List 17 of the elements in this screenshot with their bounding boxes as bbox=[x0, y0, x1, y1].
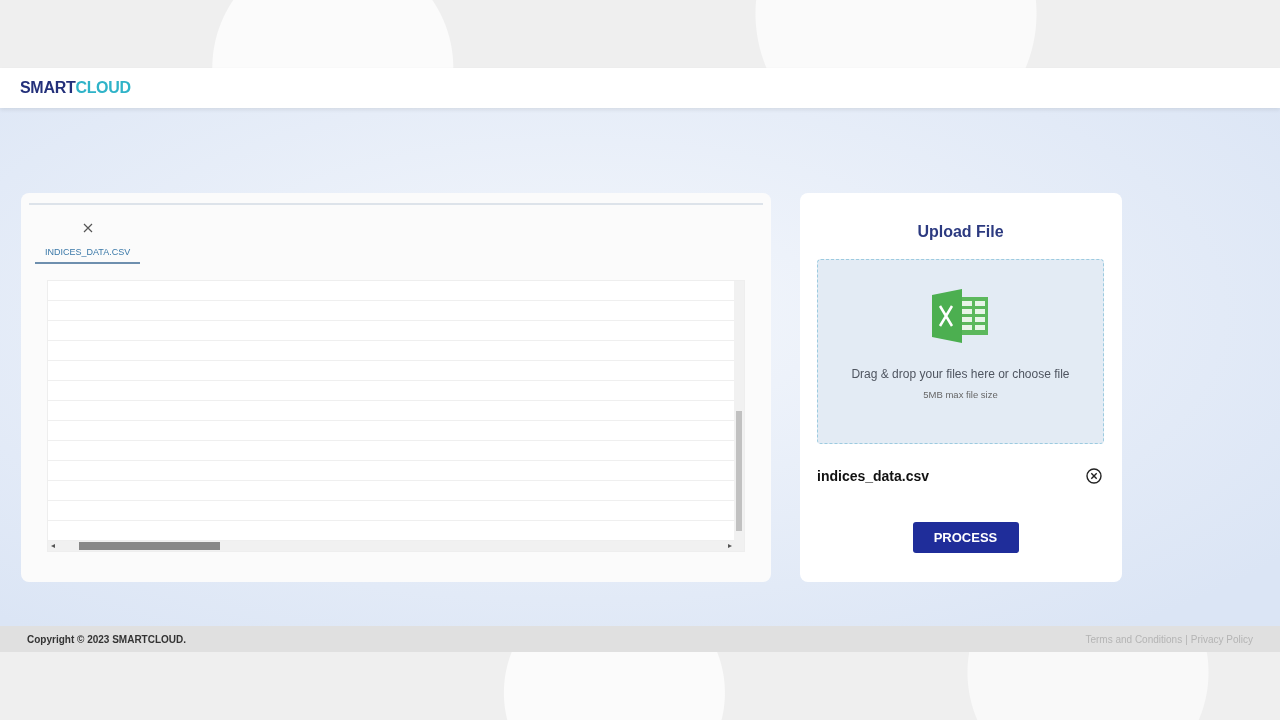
right-arrow-icon[interactable] bbox=[728, 544, 732, 548]
drop-instructions: Drag & drop your files here or choose file bbox=[851, 367, 1070, 381]
copyright-text: Copyright © 2023 SMARTCLOUD. bbox=[27, 633, 187, 645]
logo[interactable]: SMARTCLOUD bbox=[20, 79, 131, 97]
size-hint: 5MB max file size bbox=[923, 389, 998, 400]
file-name: indices_data.csv bbox=[817, 468, 930, 484]
remove-icon[interactable] bbox=[1086, 468, 1102, 484]
upload-title: Upload File bbox=[916, 223, 1005, 241]
vertical-scrollbar[interactable] bbox=[734, 281, 744, 541]
drop-zone[interactable]: Drag & drop your files here or choose file 5MB max file size bbox=[817, 259, 1104, 444]
spreadsheet-icon bbox=[931, 289, 990, 343]
process-button[interactable]: PROCESS bbox=[912, 522, 1019, 553]
file-tab[interactable]: INDICES_DATA.CSV bbox=[35, 239, 141, 264]
horizontal-scrollbar[interactable] bbox=[48, 541, 744, 551]
link-separator: | bbox=[1185, 633, 1188, 645]
close-icon[interactable] bbox=[82, 223, 93, 233]
left-arrow-icon[interactable] bbox=[51, 544, 55, 548]
